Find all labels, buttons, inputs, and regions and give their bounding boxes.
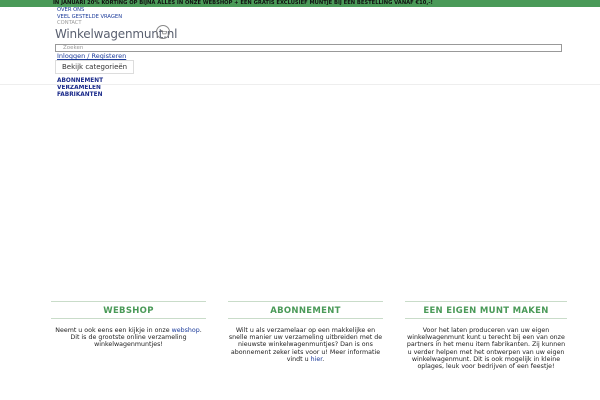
column-title: ABONNEMENT: [270, 306, 341, 316]
nav-verzamelen[interactable]: VERZAMELEN: [57, 85, 103, 92]
top-navigation: OVER ONS VEEL GESTELDE VRAGEN CONTACT: [57, 7, 122, 27]
column-text: Wilt u als verzamelaar op een makkelijke…: [228, 327, 383, 363]
abonnement-info-link[interactable]: hier: [311, 356, 323, 363]
search-input[interactable]: [55, 44, 562, 52]
column-text-part: Wilt u als verzamelaar op een makkelijke…: [228, 327, 383, 363]
promo-text: IN JANUARI 20% KORTING OP BIJNA ALLES IN…: [53, 0, 433, 6]
column-divider: [405, 318, 567, 319]
column-divider: [51, 318, 206, 319]
column-text-part: Voor het laten produceren van uw eigen w…: [406, 327, 566, 371]
column-divider: [228, 318, 383, 319]
column-text-part: .: [322, 355, 325, 363]
column-text: Neemt u ook eens een kijkje in onze webs…: [51, 327, 206, 349]
nav-fabrikanten[interactable]: FABRIKANTEN: [57, 92, 103, 99]
cart-icon[interactable]: [156, 25, 170, 39]
header-divider: [0, 84, 600, 85]
topnav-contact[interactable]: CONTACT: [57, 20, 122, 27]
main-navigation: ABONNEMENT VERZAMELEN FABRIKANTEN: [57, 78, 103, 98]
cart-glyph-icon: [160, 29, 167, 34]
categories-button[interactable]: Bekijk categorieën: [55, 60, 134, 74]
login-register-link[interactable]: Inloggen / Registeren: [57, 52, 126, 60]
column-divider: [51, 301, 206, 302]
column-webshop: WEBSHOP Neemt u ook eens een kijkje in o…: [51, 301, 206, 349]
column-divider: [228, 301, 383, 302]
webshop-link[interactable]: webshop: [172, 327, 200, 334]
column-abonnement: ABONNEMENT Wilt u als verzamelaar op een…: [228, 301, 383, 363]
column-text-part: Neemt u ook eens een kijkje in onze: [55, 327, 172, 334]
column-eigen-munt: EEN EIGEN MUNT MAKEN Voor het laten prod…: [405, 301, 567, 370]
column-divider: [405, 301, 567, 302]
column-title: EEN EIGEN MUNT MAKEN: [423, 306, 549, 316]
column-text: Voor het laten produceren van uw eigen w…: [405, 327, 567, 370]
column-title: WEBSHOP: [103, 306, 154, 316]
